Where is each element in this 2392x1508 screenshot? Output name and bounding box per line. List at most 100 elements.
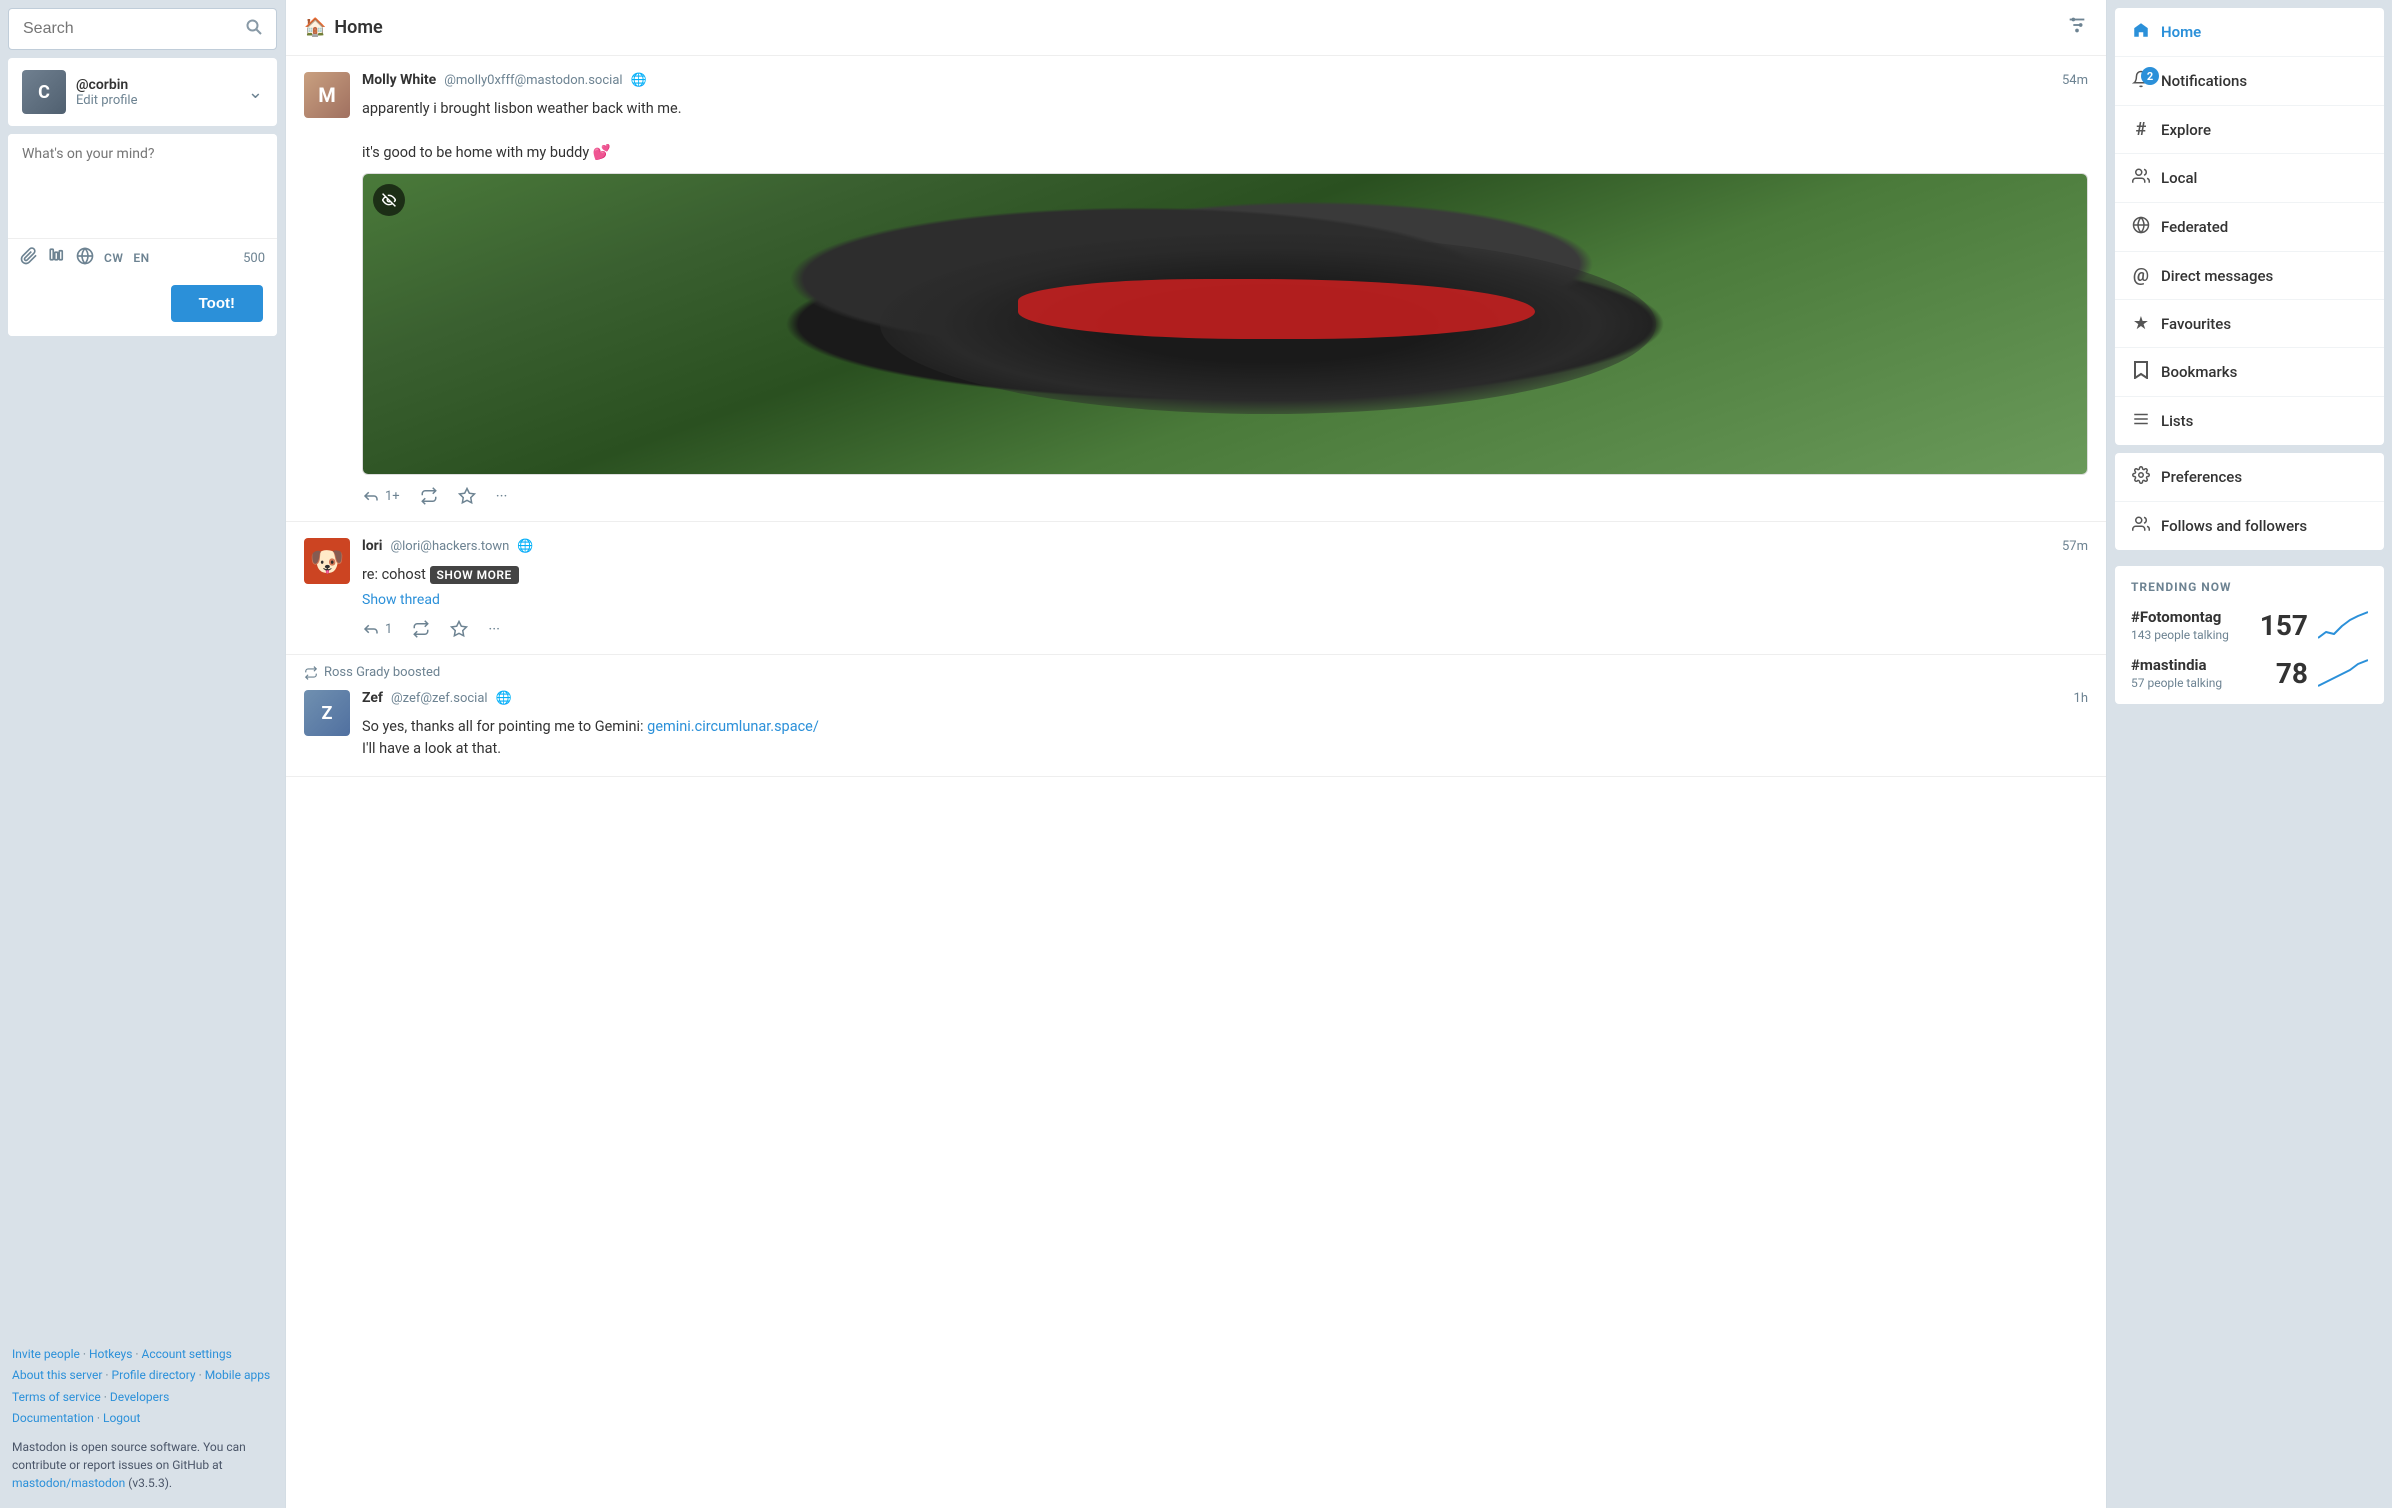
documentation-link[interactable]: Documentation	[12, 1411, 94, 1425]
nav-label-local: Local	[2161, 169, 2197, 187]
repo-link[interactable]: mastodon/mastodon	[12, 1476, 125, 1490]
list-icon	[2131, 410, 2151, 432]
profile-handle: @corbin	[76, 77, 238, 93]
nav-item-lists[interactable]: Lists	[2115, 397, 2384, 445]
compose-toolbar: CW EN 500	[8, 238, 277, 277]
post-time: 57m	[2062, 539, 2088, 554]
dog-photo	[363, 174, 2087, 474]
boosted-post: Ross Grady boosted Z Zef @zef@zef.social…	[286, 655, 2106, 777]
chevron-down-icon[interactable]: ⌄	[248, 82, 263, 103]
nav-item-local[interactable]: Local	[2115, 154, 2384, 203]
invite-people-link[interactable]: Invite people	[12, 1347, 80, 1361]
trending-tag: #mastindia	[2131, 656, 2222, 674]
globe-icon: 🌐	[631, 73, 647, 88]
globe-icon[interactable]	[76, 247, 94, 269]
profile-box[interactable]: C @corbin Edit profile ⌄	[8, 58, 277, 126]
logout-link[interactable]: Logout	[103, 1411, 140, 1425]
nav-item-direct-messages[interactable]: @ Direct messages	[2115, 252, 2384, 300]
compose-textarea[interactable]	[8, 134, 277, 234]
boost-button[interactable]	[420, 487, 438, 505]
globe-icon: 🌐	[517, 539, 533, 554]
nav-item-federated[interactable]: Federated	[2115, 203, 2384, 252]
trending-item[interactable]: #mastindia 57 people talking 78	[2131, 656, 2368, 690]
nav-label-bookmarks: Bookmarks	[2161, 363, 2237, 381]
developers-link[interactable]: Developers	[110, 1390, 169, 1404]
post-link[interactable]: gemini.circumlunar.space/	[647, 718, 819, 735]
more-button[interactable]: ···	[496, 487, 508, 505]
toot-button[interactable]: Toot!	[171, 285, 263, 322]
primary-nav: Home 2 Notifications # Explore	[2115, 8, 2384, 445]
mobile-apps-link[interactable]: Mobile apps	[205, 1368, 270, 1382]
nav-label-preferences: Preferences	[2161, 468, 2242, 486]
boost-button[interactable]	[412, 620, 430, 638]
show-thread-link[interactable]: Show thread	[362, 592, 2088, 608]
home-icon: 🏠	[304, 17, 326, 38]
post-item: M Molly White @molly0xfff@mastodon.socia…	[286, 56, 2106, 522]
nav-label-home: Home	[2161, 23, 2201, 41]
hotkeys-link[interactable]: Hotkeys	[89, 1347, 132, 1361]
trending-sub: 57 people talking	[2131, 676, 2222, 690]
left-footer: Invite people · Hotkeys · Account settin…	[8, 1336, 277, 1500]
reply-button[interactable]: 1	[362, 620, 392, 638]
more-button[interactable]: ···	[488, 620, 500, 638]
favourite-button[interactable]	[458, 487, 476, 505]
about-server-link[interactable]: About this server	[12, 1368, 102, 1382]
profile-directory-link[interactable]: Profile directory	[112, 1368, 196, 1382]
nav-label-direct-messages: Direct messages	[2161, 267, 2273, 285]
reply-button[interactable]: 1+	[362, 487, 400, 505]
search-bar[interactable]	[8, 8, 277, 50]
avatar: C	[22, 70, 66, 114]
users-icon	[2131, 167, 2151, 189]
post-actions: 1+ ···	[362, 487, 2088, 505]
nav-label-notifications: Notifications	[2161, 72, 2247, 90]
nav-item-preferences[interactable]: Preferences	[2115, 453, 2384, 502]
feed-title: Home	[334, 17, 382, 38]
list-icon[interactable]	[48, 247, 66, 269]
nav-item-bookmarks[interactable]: Bookmarks	[2115, 348, 2384, 397]
language-selector[interactable]: EN	[133, 251, 149, 265]
trending-tag: #Fotomontag	[2131, 608, 2229, 626]
bookmark-icon	[2131, 361, 2151, 383]
avatar: Z	[304, 690, 350, 736]
trending-sparkline	[2318, 610, 2368, 640]
filter-icon[interactable]	[2066, 14, 2088, 41]
post-item: 🐶 lori @lori@hackers.town 🌐 57m re: coho…	[286, 522, 2106, 655]
post-handle: @zef@zef.social	[391, 691, 488, 706]
feed-header: 🏠 Home	[286, 0, 2106, 56]
left-panel: C @corbin Edit profile ⌄	[0, 0, 285, 1508]
nav-item-notifications[interactable]: 2 Notifications	[2115, 57, 2384, 106]
image-toggle-icon[interactable]	[373, 184, 405, 216]
trending-item[interactable]: #Fotomontag 143 people talking 157	[2131, 608, 2368, 642]
account-settings-link[interactable]: Account settings	[142, 1347, 232, 1361]
edit-profile-link[interactable]: Edit profile	[76, 93, 238, 108]
show-more-button[interactable]: SHOW MORE	[430, 566, 519, 584]
terms-of-service-link[interactable]: Terms of service	[12, 1390, 101, 1404]
trending-section: TRENDING NOW #Fotomontag 143 people talk…	[2115, 566, 2384, 704]
trending-title: TRENDING NOW	[2131, 580, 2368, 594]
char-count: 500	[243, 251, 265, 266]
nav-item-follows[interactable]: Follows and followers	[2115, 502, 2384, 550]
follows-icon	[2131, 515, 2151, 537]
nav-label-favourites: Favourites	[2161, 315, 2231, 333]
trending-count: 157	[2260, 609, 2308, 642]
nav-item-home[interactable]: Home	[2115, 8, 2384, 57]
search-input[interactable]	[23, 20, 238, 38]
home-icon	[2131, 21, 2151, 43]
middle-panel: 🏠 Home M Molly White @molly0xfff@mast	[285, 0, 2107, 1508]
secondary-nav: Preferences Follows and followers	[2115, 453, 2384, 550]
trending-count: 78	[2276, 657, 2308, 690]
star-icon: ★	[2131, 313, 2151, 334]
nav-item-favourites[interactable]: ★ Favourites	[2115, 300, 2384, 348]
content-warning-button[interactable]: CW	[104, 251, 123, 265]
post-actions: 1 ···	[362, 620, 2088, 638]
favourite-button[interactable]	[450, 620, 468, 638]
nav-item-explore[interactable]: # Explore	[2115, 106, 2384, 154]
avatar: 🐶	[304, 538, 350, 584]
nav-label-lists: Lists	[2161, 412, 2193, 430]
post-time: 54m	[2062, 73, 2088, 88]
post-content: re: cohost SHOW MORE	[362, 564, 2088, 586]
attach-icon[interactable]	[20, 247, 38, 269]
search-icon	[246, 19, 262, 39]
post-handle: @molly0xfff@mastodon.social	[444, 73, 622, 88]
trending-sub: 143 people talking	[2131, 628, 2229, 642]
